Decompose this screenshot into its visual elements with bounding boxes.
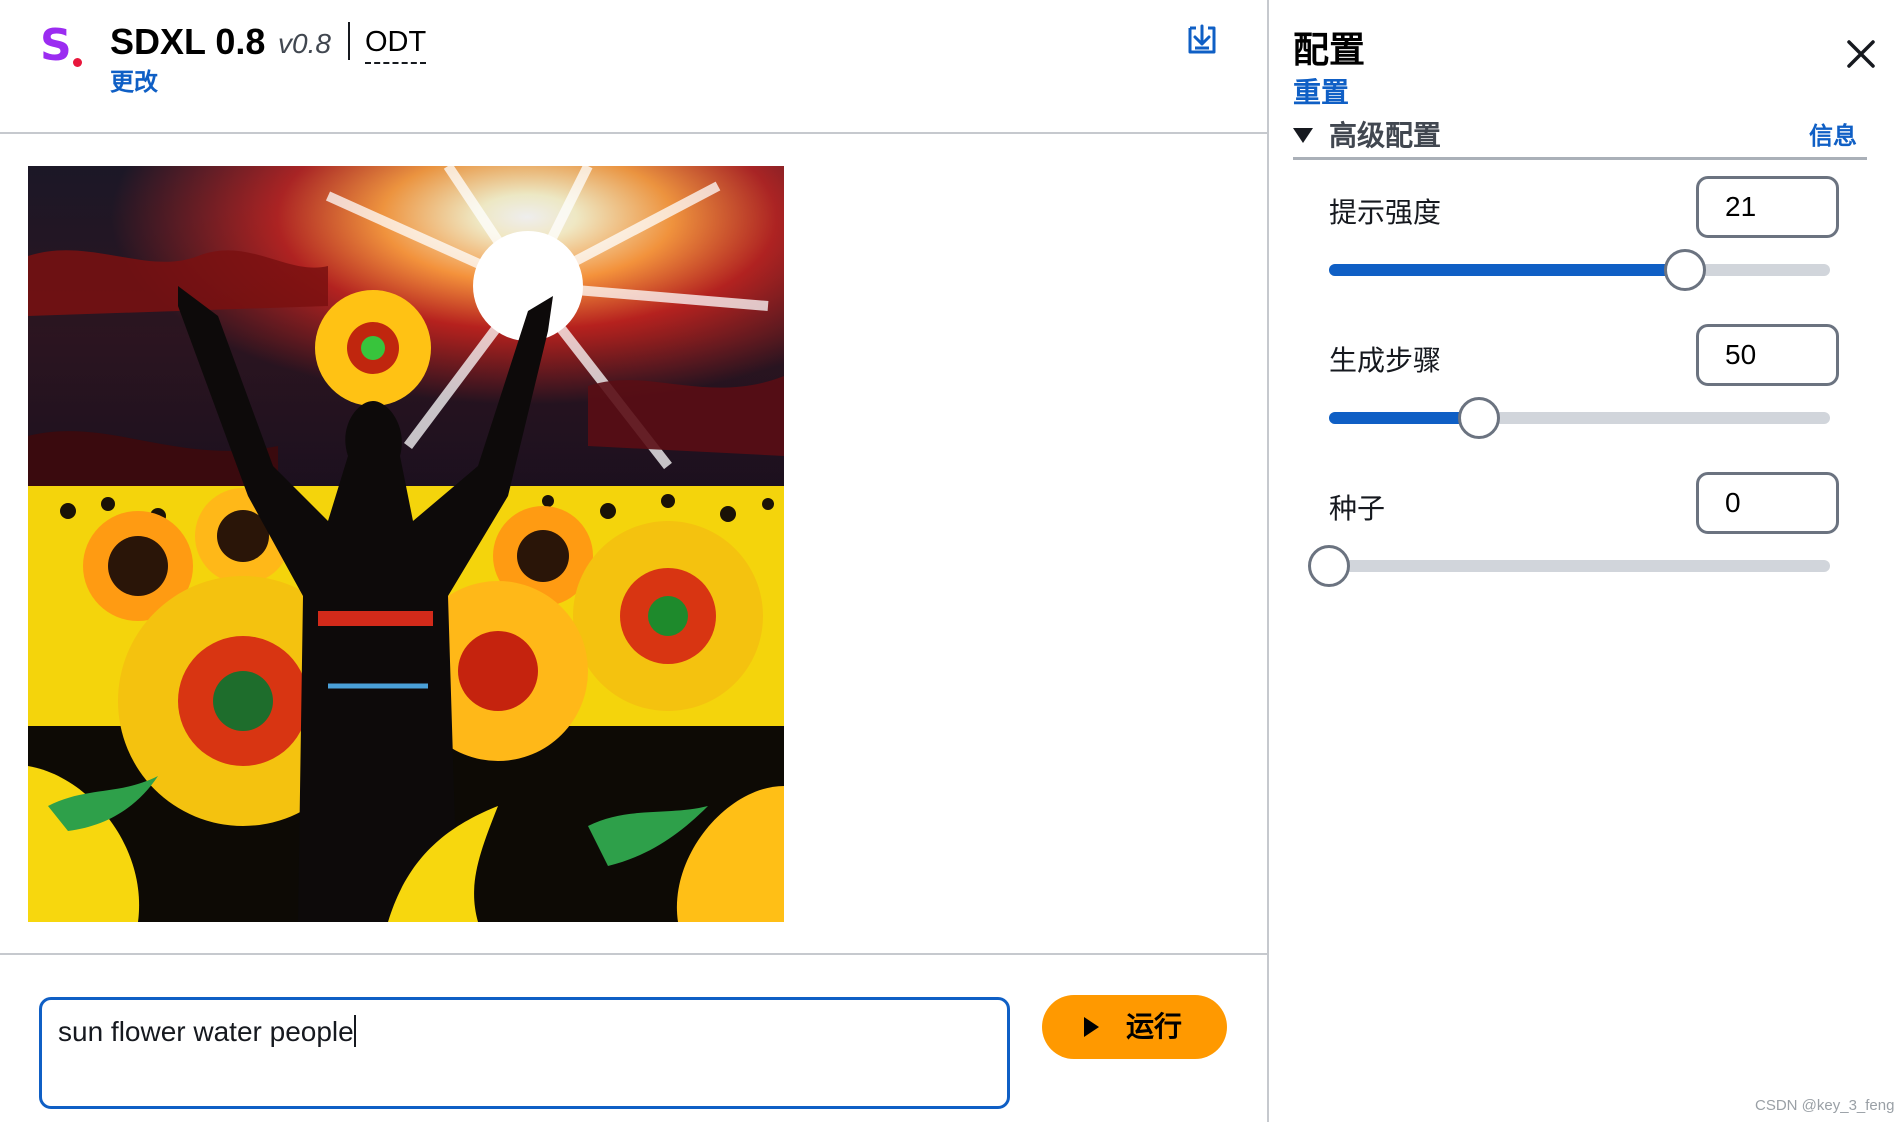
odt-badge[interactable]: ODT [365, 22, 427, 64]
watermark: CSDN @key_3_feng [1755, 1097, 1895, 1114]
prompt-text: sun flower water people [58, 1016, 354, 1047]
prompt-strength-input[interactable]: 21 [1696, 176, 1839, 238]
slider-track[interactable] [1308, 545, 1830, 587]
seed-input[interactable]: 0 [1696, 472, 1839, 534]
reset-link[interactable]: 重置 [1293, 74, 1349, 112]
slider-track[interactable] [1329, 249, 1830, 291]
text-caret [353, 1015, 356, 1047]
advanced-config-toggle[interactable]: 高级配置 信息 [1293, 116, 1867, 160]
generation-steps-input[interactable]: 50 [1696, 324, 1839, 386]
generated-image[interactable] [28, 166, 784, 922]
run-label: 运行 [1126, 1011, 1183, 1042]
param-generation-steps: 生成步骤 50 [1329, 324, 1839, 454]
run-button[interactable]: 运行 [1042, 995, 1227, 1059]
slider-thumb[interactable] [1458, 397, 1501, 439]
param-prompt-strength: 提示强度 21 [1329, 176, 1839, 306]
prompt-input[interactable]: sun flower water people [39, 997, 1010, 1109]
model-version: v0.8 [278, 28, 331, 59]
download-icon[interactable] [1186, 24, 1218, 56]
model-name: SDXL 0.8 [110, 21, 266, 62]
info-link[interactable]: 信息 [1809, 120, 1857, 154]
param-label: 生成步骤 [1329, 345, 1442, 376]
slider-thumb[interactable] [1308, 545, 1350, 587]
s-logo-icon: S [40, 20, 86, 72]
param-label: 提示强度 [1329, 197, 1442, 228]
change-model-link[interactable]: 更改 [110, 66, 158, 100]
param-label: 种子 [1329, 493, 1386, 524]
slider-track[interactable] [1329, 397, 1830, 439]
divider [348, 22, 350, 60]
config-panel: 配置 重置 高级配置 信息 提示强度 21 生成步骤 50 种子 0 [1267, 0, 1900, 1122]
slider-fill [1329, 412, 1480, 424]
slider-fill [1329, 264, 1685, 276]
app-header: S SDXL 0.8 v0.8 ODT 更改 [0, 0, 1267, 134]
close-icon[interactable] [1845, 38, 1877, 70]
advanced-config-label: 高级配置 [1329, 120, 1442, 151]
slider-thumb[interactable] [1663, 249, 1706, 291]
caret-down-icon [1293, 128, 1313, 143]
main-area: S SDXL 0.8 v0.8 ODT 更改 sun flower water … [0, 0, 1267, 1122]
param-seed: 种子 0 [1308, 472, 1839, 602]
panel-title: 配置 [1293, 29, 1366, 70]
play-icon [1084, 1017, 1099, 1037]
prompt-bar: sun flower water people 运行 [0, 953, 1267, 1122]
